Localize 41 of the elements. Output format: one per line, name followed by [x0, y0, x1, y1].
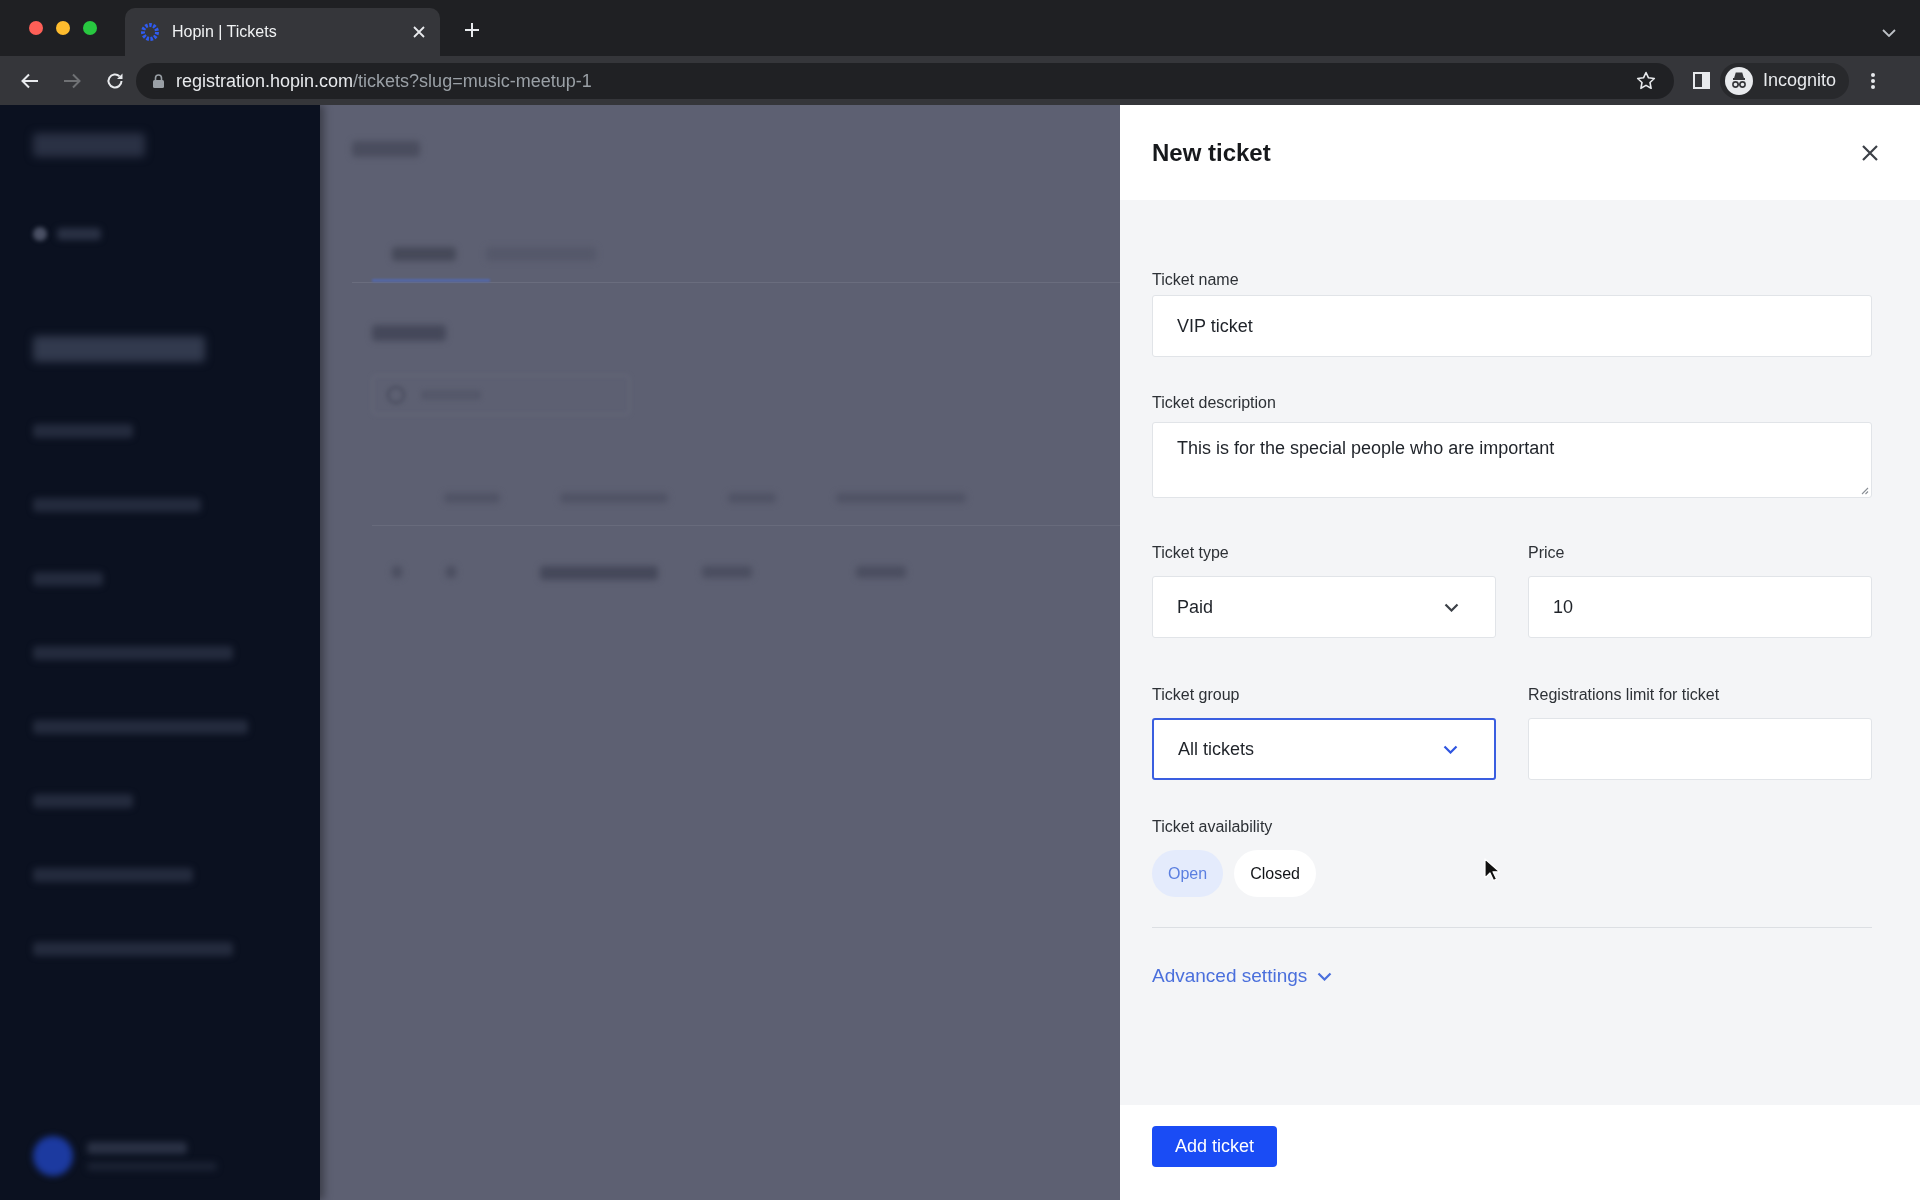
- back-icon[interactable]: [21, 72, 39, 89]
- close-window-icon[interactable]: [29, 21, 43, 35]
- minimize-window-icon[interactable]: [56, 21, 70, 35]
- chevron-down-icon: [1443, 744, 1458, 754]
- side-panel-icon[interactable]: [1693, 72, 1710, 89]
- select-field[interactable]: Paid: [1152, 576, 1496, 638]
- text-field[interactable]: VIP ticket: [1152, 295, 1872, 357]
- text-field[interactable]: [1528, 718, 1872, 780]
- field-label: Ticket description: [1152, 394, 1277, 412]
- reload-icon[interactable]: [106, 71, 124, 90]
- browser-tab[interactable]: Hopin | Tickets: [125, 8, 440, 56]
- chevron-down-icon[interactable]: [1882, 29, 1896, 37]
- textarea-field[interactable]: This is for the special people who are important: [1152, 422, 1872, 498]
- advanced-settings-link[interactable]: Advanced settings: [1152, 964, 1333, 988]
- field-label: Ticket type: [1152, 544, 1230, 562]
- star-icon[interactable]: [1636, 71, 1656, 90]
- add-ticket-button[interactable]: Add ticket: [1152, 1126, 1278, 1167]
- chevron-down-icon: [1444, 602, 1459, 612]
- text-field[interactable]: 10: [1528, 576, 1872, 638]
- chevron-down-icon: [1317, 971, 1333, 981]
- field-label: Ticket group: [1152, 686, 1241, 704]
- select-field[interactable]: All tickets: [1152, 718, 1496, 780]
- lock-icon: [153, 73, 164, 88]
- zoom-window-icon[interactable]: [83, 21, 97, 35]
- url-text[interactable]: registration.hopin.com/tickets?slug=music-meetup-1: [176, 69, 592, 92]
- mouse-pointer-icon: [1484, 858, 1500, 882]
- incognito-icon: [1725, 66, 1753, 95]
- close-icon[interactable]: [1862, 144, 1878, 161]
- profile-button[interactable]: Incognito: [1720, 62, 1850, 99]
- panel-title: New ticket: [1152, 137, 1271, 168]
- new-tab-icon[interactable]: [464, 22, 480, 38]
- availability-option[interactable]: Closed: [1234, 850, 1316, 897]
- favicon-icon: [140, 22, 160, 42]
- field-label: Ticket availability: [1152, 818, 1274, 836]
- field-label: Price: [1528, 544, 1566, 562]
- field-label: Ticket name: [1152, 271, 1240, 289]
- menu-icon[interactable]: [1871, 72, 1876, 89]
- forward-icon: [63, 72, 81, 89]
- address-bar[interactable]: registration.hopin.com/tickets?slug=music-meetup-1: [136, 62, 1674, 99]
- field-label: Registrations limit for ticket: [1528, 686, 1721, 704]
- resize-handle-icon[interactable]: [1859, 485, 1869, 495]
